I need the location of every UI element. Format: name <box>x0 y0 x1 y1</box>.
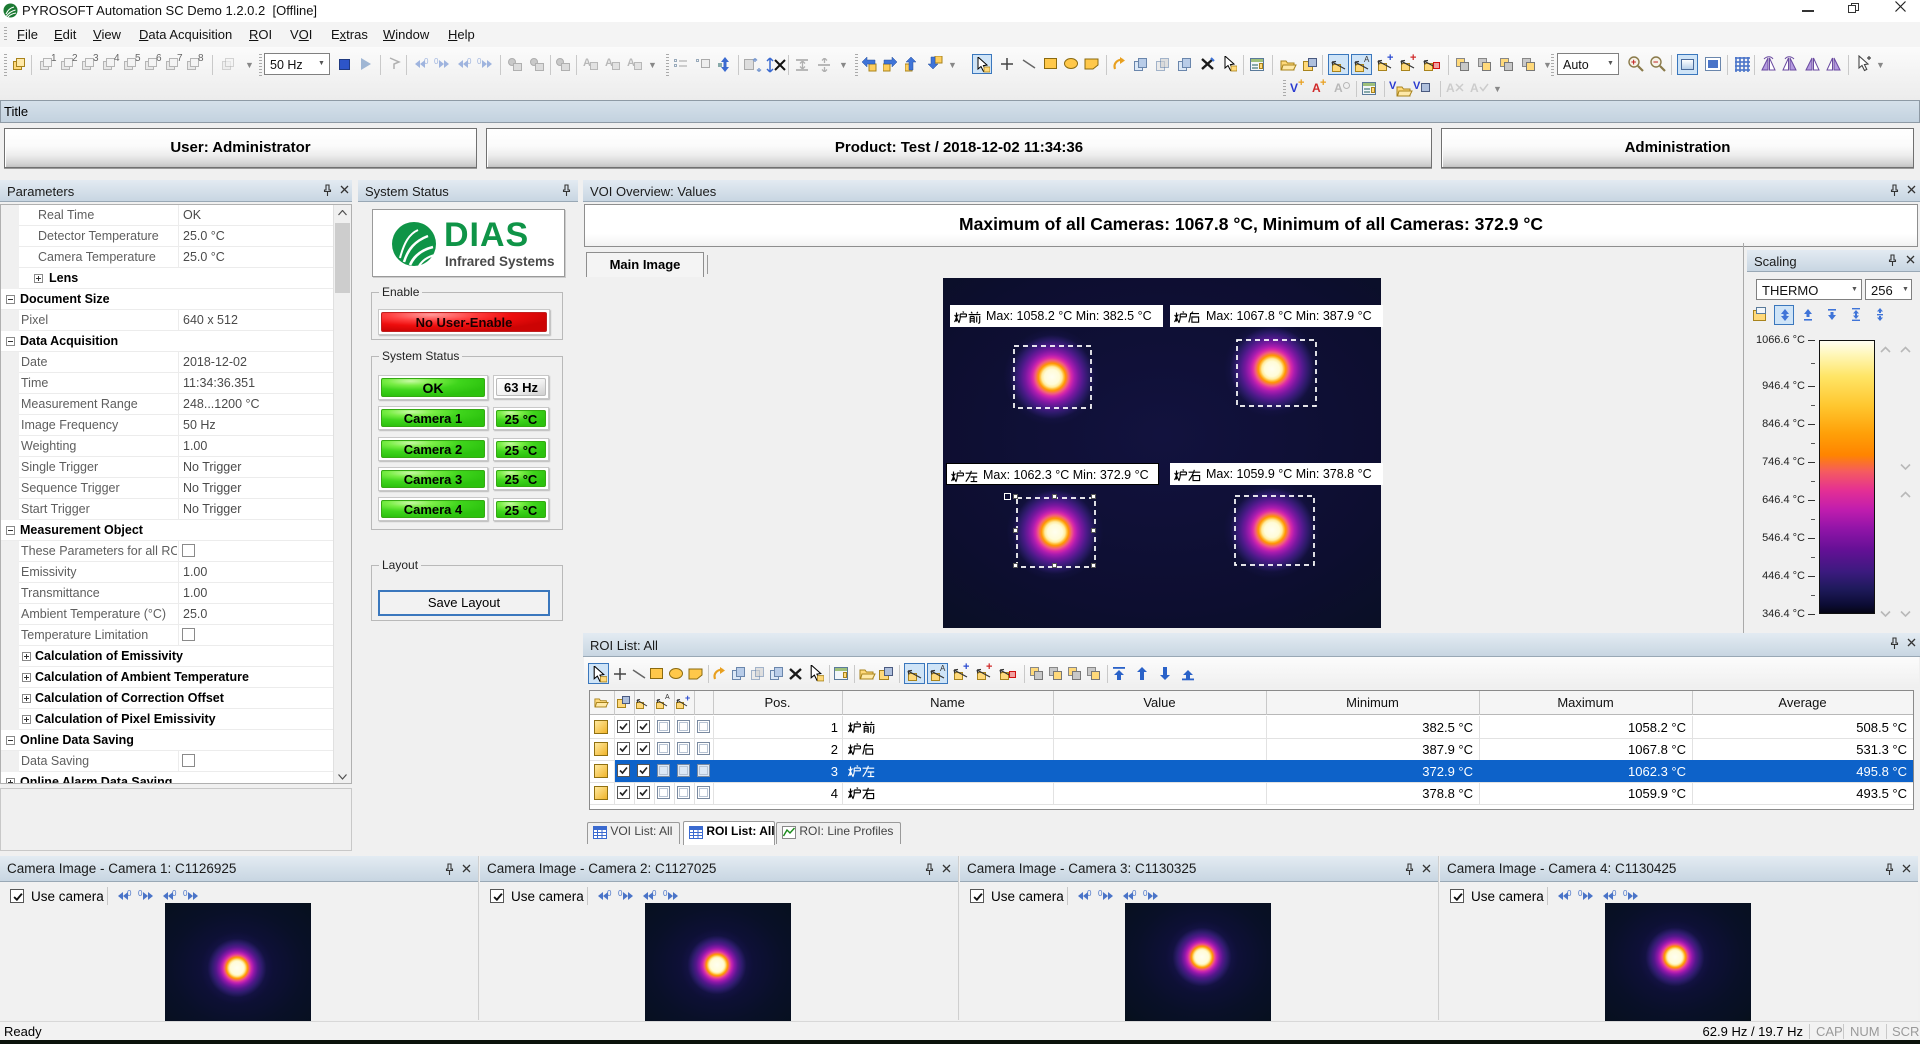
svg-text:0: 0 <box>1098 890 1103 898</box>
svg-text:0: 0 <box>1578 890 1583 898</box>
svg-text:0: 0 <box>1087 890 1092 898</box>
svg-text:0: 0 <box>477 58 482 66</box>
svg-text:0: 0 <box>663 890 668 898</box>
svg-text:0: 0 <box>1623 890 1628 898</box>
svg-text:0: 0 <box>127 890 132 898</box>
svg-text:0: 0 <box>138 890 143 898</box>
svg-text:0: 0 <box>652 890 657 898</box>
svg-text:0: 0 <box>1612 890 1617 898</box>
svg-text:−: − <box>1653 57 1658 67</box>
svg-text:0: 0 <box>1567 890 1572 898</box>
svg-text:0: 0 <box>434 58 439 66</box>
svg-text:0: 0 <box>1132 890 1137 898</box>
svg-text:0: 0 <box>424 58 429 66</box>
svg-text:0: 0 <box>607 890 612 898</box>
svg-text:0: 0 <box>172 890 177 898</box>
svg-text:0: 0 <box>183 890 188 898</box>
svg-text:0: 0 <box>467 58 472 66</box>
svg-text:0: 0 <box>1143 890 1148 898</box>
svg-text:0: 0 <box>618 890 623 898</box>
svg-text:+: + <box>1631 57 1636 67</box>
